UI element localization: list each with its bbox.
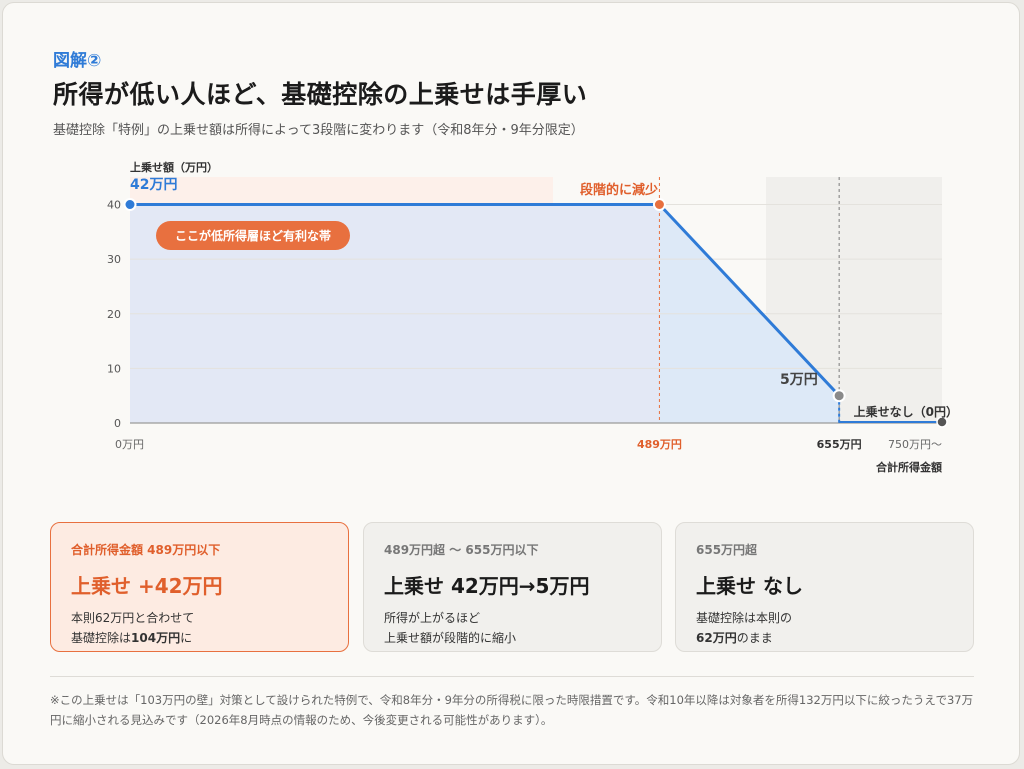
box-headline: 上乗せ 42万円→5万円 (384, 574, 590, 598)
decrease-label: 段階的に減少 (580, 182, 658, 198)
box-desc-text: のまま (736, 631, 773, 645)
point-start (123, 198, 137, 211)
y-tick-label: 20 (107, 308, 121, 321)
top-value-label: 42万円 (130, 177, 177, 193)
box-headline: 上乗せ なし (696, 574, 803, 598)
x-tick-label: 750万円〜 (888, 438, 942, 451)
y-tick-label: 10 (107, 362, 121, 375)
box-desc-line: 基礎控除は104万円に (71, 628, 328, 648)
footnote: ※この上乗せは「103万円の壁」対策として設けられた特例で、令和8年分・9年分の… (50, 693, 974, 727)
x-tick-label: 0万円 (115, 438, 144, 451)
box-caption: 489万円超 〜 655万円以下 (384, 543, 539, 557)
y-tick-label: 30 (107, 253, 121, 266)
footnote-divider (50, 676, 974, 677)
x-axis-label: 合計所得金額 (876, 460, 942, 474)
box-caption: 655万円超 (696, 543, 758, 557)
five-man-yen-label: 5万円 (780, 372, 818, 388)
box-desc-emphasis: 104万円 (131, 631, 181, 645)
summary-box-middle-income: 489万円超 〜 655万円以下 上乗せ 42万円→5万円 所得が上がるほど 上… (363, 522, 662, 652)
box-description: 本則62万円と合わせて 基礎控除は104万円に (71, 608, 328, 648)
low-income-badge-text: ここが低所得層ほど有利な帯 (175, 228, 331, 243)
box-headline: 上乗せ +42万円 (71, 574, 223, 598)
deduction-chart: 0 10 20 30 40 上乗せ額（万円） 42万円 段階的に減少 5万円 上乗せなし… (107, 160, 958, 474)
summary-box-low-income: 合計所得金額 489万円以下 上乗せ +42万円 本則62万円と合わせて 基礎控… (50, 522, 349, 652)
x-tick-label: 489万円 (637, 438, 682, 451)
summary-box-high-income: 655万円超 上乗せ なし 基礎控除は本則の 62万円のまま (675, 522, 974, 652)
y-axis-label: 上乗せ額（万円） (130, 160, 218, 174)
box-desc-line: 所得が上がるほど (384, 611, 481, 625)
x-tick-label: 655万円 (817, 438, 862, 451)
box-desc-text: 基礎控除は (71, 631, 132, 645)
no-bonus-label: 上乗せなし（0円） (854, 404, 958, 419)
box-desc-line: 62万円のまま (696, 628, 953, 648)
y-tick-label: 0 (114, 417, 121, 430)
y-tick-label: 40 (107, 199, 121, 212)
box-desc-line: 基礎控除は本則の (696, 611, 793, 625)
box-description: 所得が上がるほど 上乗せ額が段階的に縮小 (384, 608, 641, 648)
zone-low-income-band (130, 177, 553, 205)
box-caption: 合計所得金額 489万円以下 (71, 543, 221, 557)
box-description: 基礎控除は本則の 62万円のまま (696, 608, 953, 648)
box-desc-line: 本則62万円と合わせて (71, 611, 195, 625)
point-489 (652, 198, 666, 211)
point-655 (832, 389, 846, 403)
box-desc-text: に (180, 631, 193, 645)
box-desc-line: 上乗せ額が段階的に縮小 (384, 631, 517, 645)
box-desc-emphasis: 62万円 (696, 631, 737, 645)
